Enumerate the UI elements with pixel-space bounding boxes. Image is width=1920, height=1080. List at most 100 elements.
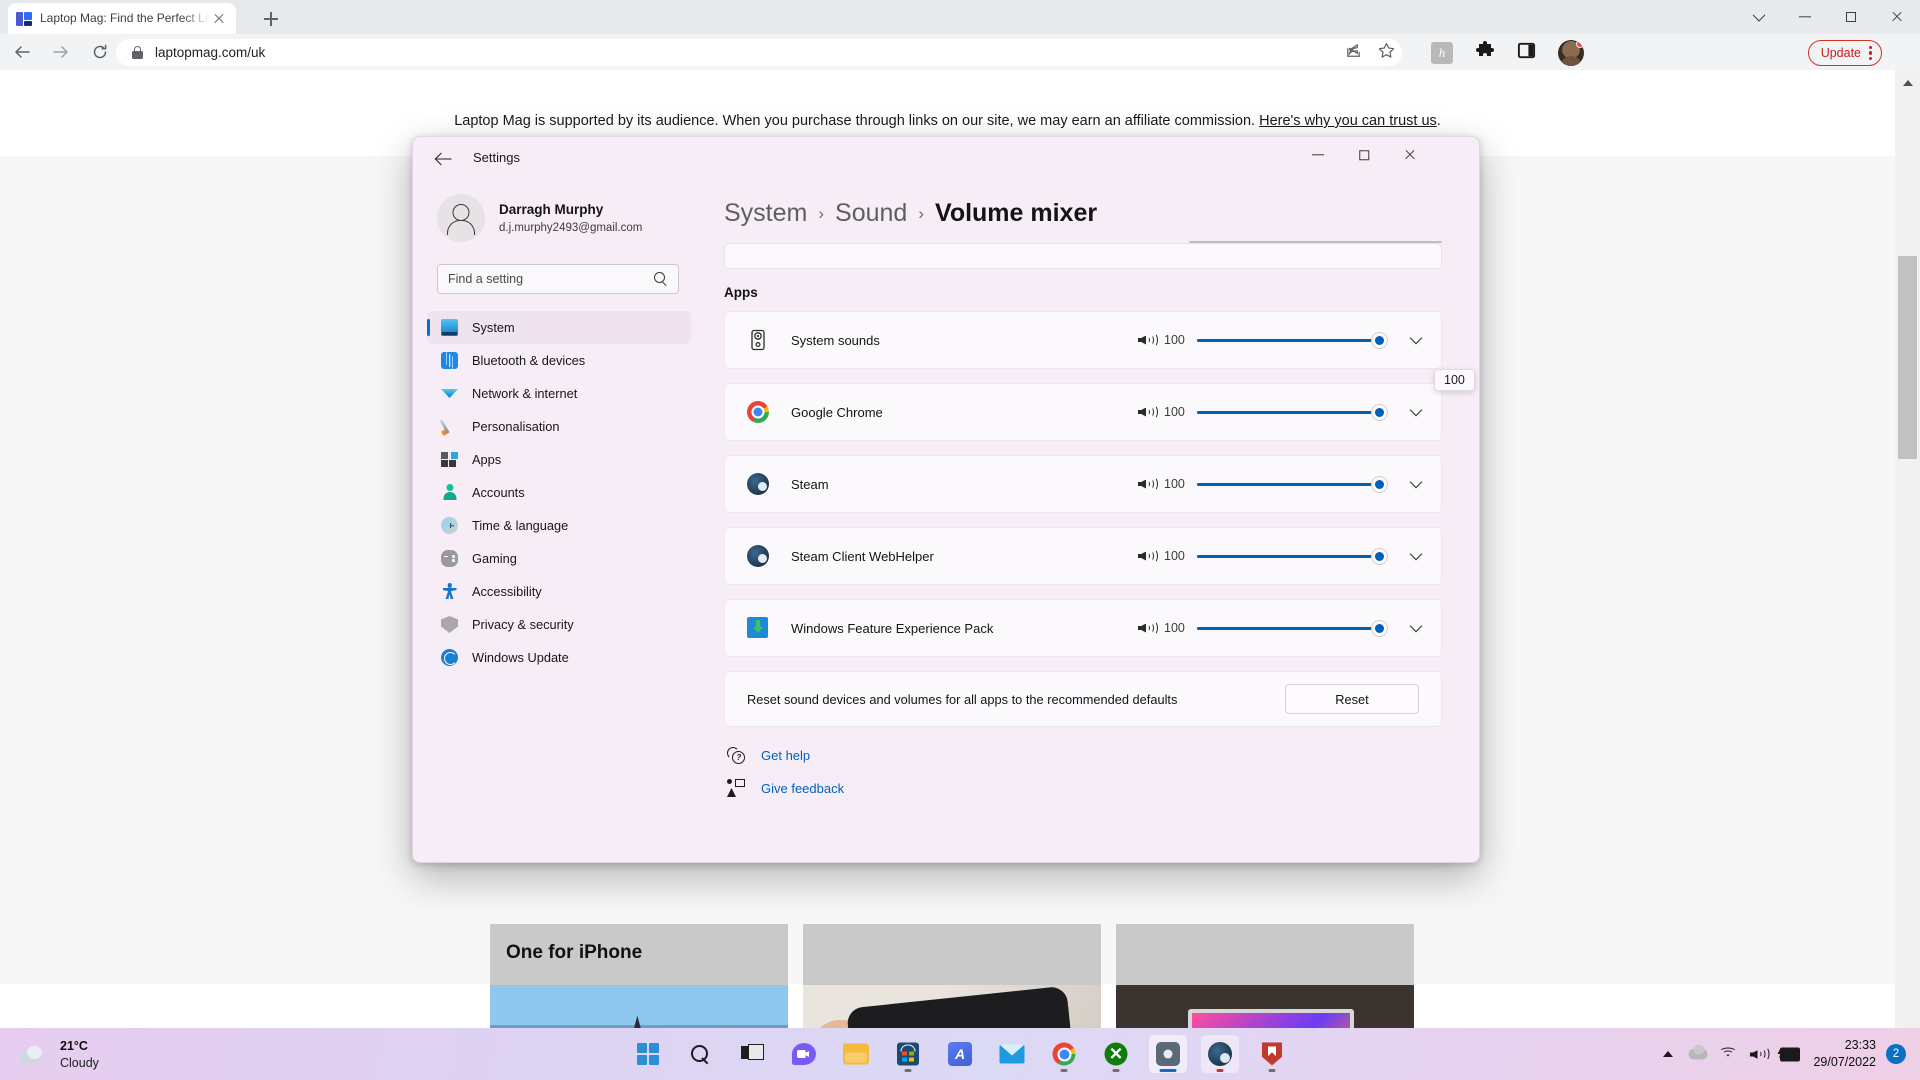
chevron-down-icon[interactable] — [1401, 613, 1431, 643]
sidebar-item-windows-update[interactable]: Windows Update — [427, 641, 691, 674]
volume-slider[interactable] — [1197, 474, 1387, 494]
back-button[interactable] — [5, 35, 39, 69]
table-row[interactable]: Google Chrome 100 — [724, 383, 1442, 441]
extensions-puzzle-icon[interactable] — [1475, 40, 1495, 66]
weather-widget[interactable]: 21°C Cloudy — [18, 1038, 99, 1072]
speaker-icon[interactable] — [1138, 621, 1158, 636]
close-window-button[interactable] — [1874, 0, 1920, 34]
sidebar-item-gaming[interactable]: Gaming — [427, 542, 691, 575]
sidebar-item-apps[interactable]: Apps — [427, 443, 691, 476]
give-feedback-label[interactable]: Give feedback — [761, 781, 844, 796]
malwarebytes-button[interactable] — [1253, 1035, 1291, 1073]
side-panel-icon[interactable] — [1517, 41, 1536, 65]
three-dot-menu-icon[interactable] — [1869, 45, 1873, 61]
volume-slider[interactable] — [1197, 330, 1387, 350]
clock[interactable]: 23:33 29/07/2022 — [1813, 1037, 1876, 1071]
chat-button[interactable] — [785, 1035, 823, 1073]
trust-link[interactable]: Here's why you can trust us — [1259, 113, 1437, 129]
sidebar-item-network-internet[interactable]: Network & internet — [427, 377, 691, 410]
search-input[interactable]: Find a setting — [437, 264, 679, 294]
sidebar-item-accessibility[interactable]: Accessibility — [427, 575, 691, 608]
scrollbar-thumb[interactable] — [1898, 256, 1917, 459]
new-tab-button[interactable] — [258, 6, 284, 32]
chevron-up-icon — [1663, 1051, 1674, 1057]
honey-extension-icon[interactable]: h — [1431, 42, 1453, 64]
bookmark-star-icon[interactable] — [1377, 41, 1396, 65]
microsoft-store-button[interactable] — [889, 1035, 927, 1073]
settings-back-button[interactable] — [429, 144, 459, 174]
sidebar-item-accounts[interactable]: Accounts — [427, 476, 691, 509]
update-button[interactable]: Update — [1807, 40, 1882, 66]
settings-maximize-button[interactable] — [1341, 137, 1387, 173]
minimize-button[interactable] — [1782, 0, 1828, 34]
acrobat-button[interactable]: A — [941, 1035, 979, 1073]
volume-slider[interactable] — [1197, 546, 1387, 566]
share-icon[interactable] — [1344, 41, 1363, 65]
battery-charging-icon — [1776, 1047, 1801, 1062]
settings-button[interactable] — [1149, 1035, 1187, 1073]
start-button[interactable] — [629, 1035, 667, 1073]
omnibox-actions — [1344, 39, 1396, 66]
user-profile[interactable]: Darragh Murphy d.j.murphy2493@gmail.com — [437, 194, 642, 242]
table-row[interactable]: Windows Feature Experience Pack 100 — [724, 599, 1442, 657]
get-help-link-row[interactable]: ? Get help — [727, 746, 810, 764]
page-scrollbar[interactable] — [1895, 70, 1920, 1052]
table-row[interactable]: System sounds 100 — [724, 311, 1442, 369]
taskbar-search-button[interactable] — [681, 1035, 719, 1073]
tab-search-dropdown-button[interactable] — [1736, 0, 1782, 34]
settings-close-button[interactable] — [1387, 137, 1433, 173]
onedrive-button[interactable] — [1683, 1028, 1713, 1080]
browser-tab[interactable]: Laptop Mag: Find the Perfect Lap — [8, 3, 236, 34]
settings-minimize-button[interactable] — [1295, 137, 1341, 173]
speaker-icon[interactable] — [1138, 549, 1158, 564]
chevron-down-icon[interactable] — [1401, 325, 1431, 355]
profile-avatar[interactable] — [1558, 40, 1584, 66]
article-headline[interactable]: One for iPhone — [506, 942, 642, 964]
notification-badge[interactable]: 2 — [1886, 1044, 1906, 1064]
system-sounds-icon — [747, 329, 769, 351]
reload-button[interactable] — [83, 35, 117, 69]
chevron-down-icon[interactable] — [1401, 397, 1431, 427]
wifi-button[interactable] — [1713, 1028, 1743, 1080]
table-row[interactable]: Steam 100 — [724, 455, 1442, 513]
file-explorer-button[interactable] — [837, 1035, 875, 1073]
give-feedback-link-row[interactable]: Give feedback — [727, 779, 844, 797]
tray-overflow-button[interactable] — [1653, 1028, 1683, 1080]
close-icon[interactable] — [210, 10, 228, 28]
xbox-button[interactable] — [1097, 1035, 1135, 1073]
sidebar-item-time-language[interactable]: Time & language — [427, 509, 691, 542]
volume-slider[interactable] — [1197, 402, 1387, 422]
volume-button[interactable] — [1743, 1028, 1773, 1080]
chevron-down-icon[interactable] — [1401, 541, 1431, 571]
speaker-icon[interactable] — [1138, 333, 1158, 348]
steam-button[interactable] — [1201, 1035, 1239, 1073]
sidebar-item-personalisation[interactable]: Personalisation — [427, 410, 691, 443]
table-row[interactable]: Steam Client WebHelper 100 — [724, 527, 1442, 585]
system-tray: 23:33 29/07/2022 2 — [1653, 1028, 1906, 1080]
page-title: Volume mixer — [935, 199, 1098, 227]
scroll-up-arrow-icon[interactable] — [1902, 80, 1913, 86]
get-help-label[interactable]: Get help — [761, 748, 810, 763]
sidebar-item-system[interactable]: System — [427, 311, 691, 344]
google-chrome-button[interactable] — [1045, 1035, 1083, 1073]
speaker-icon[interactable] — [1138, 477, 1158, 492]
battery-button[interactable] — [1773, 1028, 1803, 1080]
bluetooth-icon — [441, 352, 458, 369]
settings-scroll-area[interactable]: Apps System sounds 100 100 Google Chrome… — [699, 241, 1479, 862]
forward-button[interactable] — [44, 35, 78, 69]
maximize-button[interactable] — [1828, 0, 1874, 34]
maximize-icon — [1846, 12, 1856, 22]
volume-slider[interactable] — [1197, 618, 1387, 638]
breadcrumb-sound[interactable]: Sound — [835, 199, 907, 228]
mail-button[interactable] — [993, 1035, 1031, 1073]
weather-temperature: 21°C — [60, 1039, 88, 1053]
reset-button[interactable]: Reset — [1285, 684, 1419, 714]
breadcrumb-system[interactable]: System — [724, 199, 807, 228]
speaker-icon[interactable] — [1138, 405, 1158, 420]
task-view-button[interactable] — [733, 1035, 771, 1073]
sidebar-item-bluetooth-devices[interactable]: Bluetooth & devices — [427, 344, 691, 377]
partial-card-above[interactable] — [724, 243, 1442, 269]
sidebar-item-privacy-security[interactable]: Privacy & security — [427, 608, 691, 641]
chevron-down-icon[interactable] — [1401, 469, 1431, 499]
address-bar[interactable]: laptopmag.com/uk — [116, 39, 1402, 66]
